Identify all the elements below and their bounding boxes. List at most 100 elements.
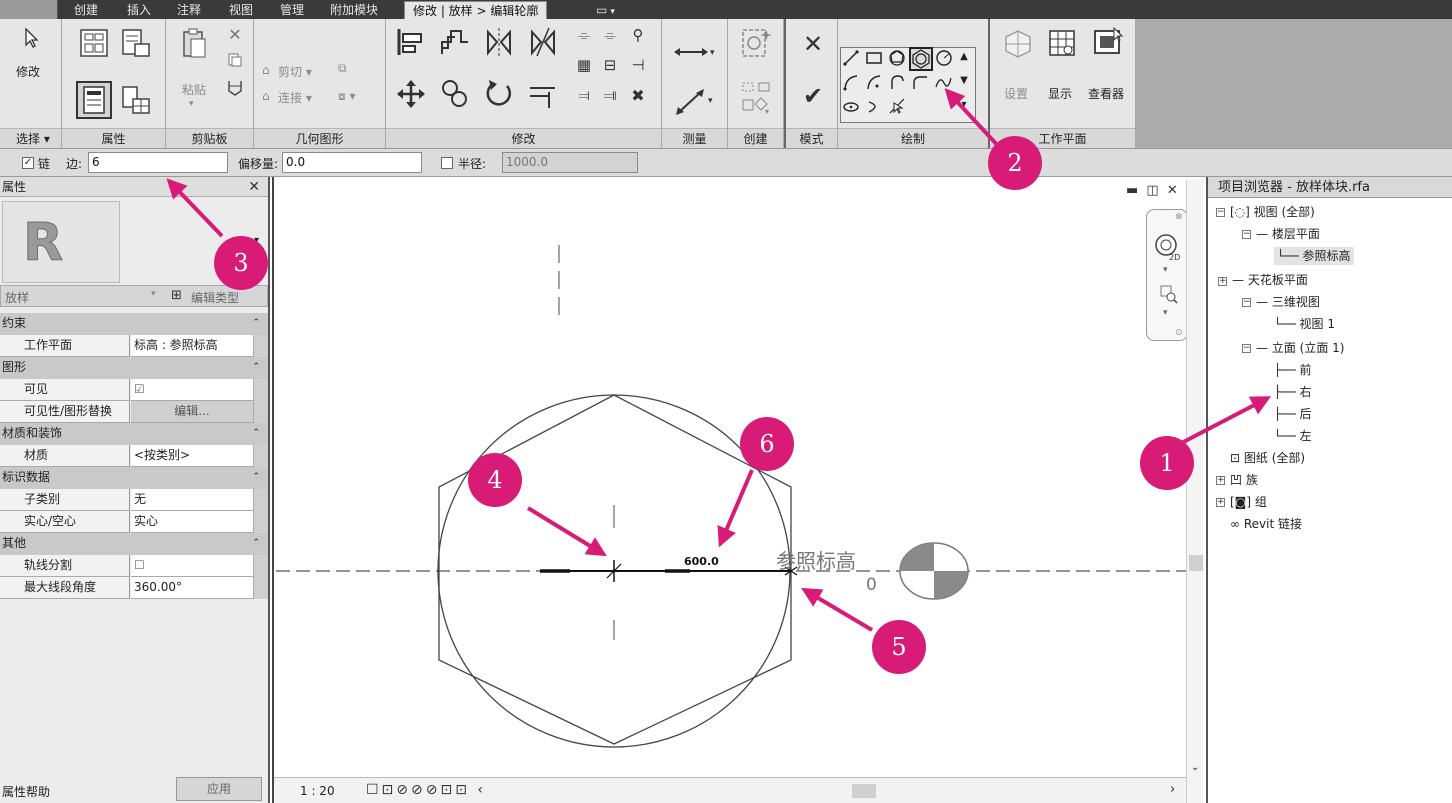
tab-addins[interactable]: 附加模块 — [330, 1, 378, 19]
component-icon[interactable] — [736, 25, 776, 61]
category-materials[interactable]: 材质和装饰 ⌃ — [0, 423, 268, 445]
draw-gallery-down-icon[interactable]: ▼ — [956, 73, 972, 89]
cut-geometry-button[interactable]: 剪切 ▾ — [278, 63, 312, 80]
show-work-plane-icon[interactable] — [1044, 25, 1080, 61]
expand-toggle-icon[interactable]: + — [1218, 277, 1227, 286]
tab-annotate[interactable]: 注释 — [177, 1, 201, 19]
trajectory-segmentation-checkbox[interactable]: ☐ — [131, 555, 253, 577]
properties-help-link[interactable]: 属性帮助 — [2, 783, 50, 800]
tree-revit-links[interactable]: ∞ Revit 链接 — [1230, 515, 1302, 533]
type-selector[interactable]: 放样 ▾ ⊞ 编辑类型 — [0, 285, 268, 307]
steering-wheel-dropdown-icon[interactable]: ▾ — [1163, 265, 1168, 275]
array-icon[interactable]: ▦ — [572, 53, 596, 77]
zoom-region-icon[interactable] — [1159, 284, 1179, 304]
ellipse-icon[interactable] — [842, 97, 862, 117]
collapse-toggle-icon[interactable]: − — [1242, 298, 1251, 307]
tree-elevation-left[interactable]: └── 左 — [1274, 427, 1312, 445]
tree-families[interactable]: 凹 族 — [1230, 471, 1258, 489]
view-scale[interactable]: 1 : 20 — [300, 784, 335, 798]
edit-type-button[interactable]: 编辑类型 — [191, 289, 239, 306]
tree-floor-plans[interactable]: — 楼层平面 — [1256, 225, 1320, 243]
view-control-icons[interactable]: ☐⊡⊘⊘⊘⊡⊡ ‹ — [366, 782, 486, 798]
circle-tool-icon[interactable] — [935, 49, 955, 69]
move-icon[interactable] — [392, 75, 430, 113]
measure-between-icon[interactable]: ▾ — [670, 37, 718, 67]
set-work-plane-icon[interactable] — [1000, 25, 1036, 61]
tab-manage[interactable]: 管理 — [280, 1, 304, 19]
collapse-toggle-icon[interactable]: − — [1242, 344, 1251, 353]
show-work-plane-label[interactable]: 显示 — [1048, 85, 1072, 102]
mirror-pick-axis-icon[interactable] — [480, 23, 518, 61]
tree-elevation-right[interactable]: ├── 右 — [1274, 383, 1312, 401]
cursor-arrow-icon[interactable] — [18, 23, 46, 53]
tab-modify-sweep-edit-profile[interactable]: 修改 | 放样 > 编辑轮廓 — [404, 1, 548, 19]
horizontal-scrollbar-thumb[interactable] — [852, 784, 876, 798]
unpin-icon[interactable]: ⚲ — [626, 23, 650, 47]
drawing-canvas[interactable]: 600.0 参照标高 0 ▬ ◫ ✕ ⌃ ⊗ 2D ▾ ▾ ⊙ 1 : 20 ☐… — [272, 177, 1204, 803]
draw-gallery-expand-icon[interactable]: ▾ — [956, 97, 972, 113]
cancel-edit-mode-icon[interactable]: ✕ — [798, 29, 828, 59]
copy-element-icon[interactable] — [436, 75, 474, 113]
steering-wheel-2d-icon[interactable]: 2D — [1153, 232, 1183, 262]
navigation-bar-options-icon[interactable]: ⊙ — [1175, 328, 1183, 338]
level-name-label[interactable]: 参照标高 — [776, 545, 856, 574]
tree-elevation-front[interactable]: ├── 前 — [1274, 361, 1312, 379]
tree-groups[interactable]: [◙] 组 — [1230, 493, 1267, 511]
aligned-dimension-icon[interactable]: ▾ — [670, 87, 718, 117]
navigation-bar-close-icon[interactable]: ⊗ — [1175, 212, 1183, 222]
copy-icon[interactable] — [224, 49, 246, 71]
match-properties-icon[interactable] — [224, 77, 246, 99]
vertical-scrollbar[interactable]: ⌄ — [1186, 180, 1204, 803]
center-ends-arc-icon[interactable] — [865, 73, 885, 93]
expand-toggle-icon[interactable]: + — [1216, 498, 1225, 507]
trim-single-icon[interactable]: ⫤ — [572, 83, 596, 107]
scroll-right-icon[interactable]: › — [1170, 782, 1175, 797]
geometry-tool-icon[interactable]: ⧉ — [338, 61, 347, 76]
work-plane-viewer-label[interactable]: 查看器 — [1088, 85, 1124, 102]
property-value[interactable]: <按类别> — [131, 445, 253, 467]
cut-icon[interactable]: ✕ — [224, 23, 246, 45]
offset-input[interactable]: 0.0 — [282, 152, 422, 173]
level-elevation-label[interactable]: 0 — [866, 575, 877, 595]
tree-views-all[interactable]: [◌] 视图 (全部) — [1230, 203, 1315, 221]
rotate-icon[interactable] — [480, 75, 518, 113]
cut-geometry-icon[interactable]: ⌂ — [262, 63, 270, 77]
split-face-icon[interactable]: ⧇ ▾ — [338, 89, 355, 104]
visible-checkbox[interactable]: ☑ — [131, 379, 253, 401]
inscribed-polygon-icon[interactable] — [888, 49, 908, 69]
category-graphics[interactable]: 图形 ⌃ — [0, 357, 268, 379]
pick-lines-icon[interactable] — [888, 97, 908, 117]
paste-dropdown-icon[interactable]: ▾ — [189, 99, 194, 109]
property-value[interactable]: 360.00° — [131, 577, 253, 599]
create-group-icon[interactable]: ▾ — [736, 79, 776, 115]
tab-view[interactable]: 视图 — [229, 1, 253, 19]
offset-icon[interactable] — [436, 23, 474, 61]
set-work-plane-label[interactable]: 设置 — [1004, 85, 1028, 102]
view-window-controls[interactable]: ▬ ◫ ✕ — [1126, 183, 1180, 198]
tab-insert[interactable]: 插入 — [127, 1, 151, 19]
tree-elevation-back[interactable]: ├── 后 — [1274, 405, 1312, 423]
property-value[interactable]: 无 — [131, 489, 253, 511]
close-icon[interactable]: ✕ — [248, 178, 260, 196]
tree-reference-level[interactable]: └── 参照标高 — [1274, 247, 1354, 265]
trim-extend-icon[interactable] — [524, 75, 562, 113]
radius-dimension-text[interactable]: 600.0 — [684, 555, 719, 568]
category-identity-data[interactable]: 标识数据 ⌃ — [0, 467, 268, 489]
tangent-arc-icon[interactable] — [888, 73, 908, 93]
align-icon[interactable] — [392, 23, 430, 61]
property-value[interactable]: 实心 — [131, 511, 253, 533]
visibility-edit-button[interactable]: 编辑... — [131, 401, 253, 423]
paste-label[interactable]: 粘贴 — [182, 81, 206, 98]
radius-checkbox[interactable] — [441, 157, 453, 169]
properties-icon[interactable] — [76, 81, 112, 119]
join-geometry-icon[interactable]: ⌂ — [262, 89, 270, 103]
tree-sheets[interactable]: ⊡ 图纸 (全部) — [1230, 449, 1305, 467]
scale-icon[interactable]: ⊟ — [598, 53, 622, 77]
finish-edit-mode-icon[interactable]: ✔ — [798, 81, 828, 111]
pin-icon[interactable]: ⊣ — [626, 53, 650, 77]
start-end-arc-icon[interactable] — [842, 73, 862, 93]
join-geometry-button[interactable]: 连接 ▾ — [278, 89, 312, 106]
tree-ceiling-plans[interactable]: — 天花板平面 — [1232, 271, 1308, 289]
tree-3d-views[interactable]: — 三维视图 — [1256, 293, 1320, 311]
work-plane-viewer-icon[interactable] — [1090, 23, 1126, 61]
